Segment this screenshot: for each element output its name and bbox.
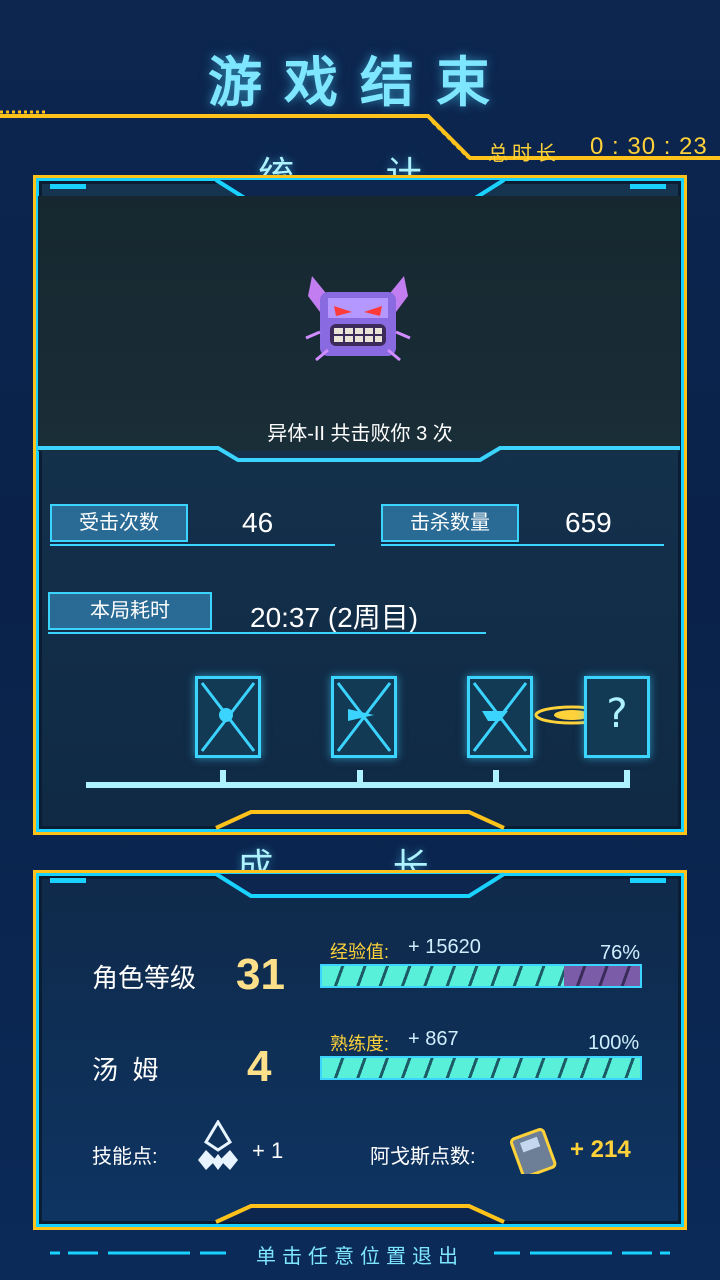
play-time-label: 本局耗时: [48, 592, 212, 630]
game-over-title: 游戏结束: [208, 51, 512, 114]
play-time-underline: [48, 632, 486, 634]
proficiency-progress-fill: [322, 1058, 640, 1078]
stats-panel-bottom-notch: [215, 810, 505, 830]
growth-panel-bottom-notch: [215, 1204, 505, 1224]
character-value: 4: [247, 1042, 272, 1091]
argos-points-value: + 214: [570, 1136, 631, 1163]
weapon-slot-2: [331, 676, 397, 758]
proficiency-percent: 100%: [588, 1032, 640, 1054]
crossed-out-weapon-icon: [200, 682, 256, 752]
exp-gain: + 15620: [408, 936, 481, 958]
level-value: 31: [236, 950, 285, 999]
weapon-slot-unknown: ?: [584, 676, 650, 758]
svg-text:?: ?: [606, 691, 627, 737]
argos-points-label: 阿戈斯点数:: [370, 1146, 476, 1168]
argos-chip-icon: [510, 1128, 557, 1174]
crossed-out-weapon-icon: [472, 682, 528, 752]
weapon-slot-1: [195, 676, 261, 758]
exp-label: 经验值:: [330, 942, 390, 962]
crossed-out-weapon-icon: [336, 682, 392, 752]
weapon-slot-3: [467, 676, 533, 758]
exp-progress-remaining: [563, 966, 640, 986]
growth-panel-top-notch: [50, 872, 666, 898]
proficiency-gain: + 867: [408, 1028, 459, 1050]
skill-crystal-icon: [198, 1120, 238, 1170]
exp-progress-bar: [320, 964, 642, 988]
proficiency-label: 熟练度:: [330, 1034, 390, 1054]
level-label: 角色等级: [92, 963, 197, 993]
skill-points-value: + 1: [252, 1138, 284, 1163]
character-label: 汤 姆: [92, 1055, 159, 1085]
kills-value: 659: [565, 507, 612, 538]
question-mark-icon: ?: [606, 691, 627, 737]
exit-hint[interactable]: 单击任意位置退出: [0, 1240, 720, 1269]
boss-sprite-icon: [305, 276, 411, 362]
kills-label: 击杀数量: [381, 504, 519, 542]
divider-line: [38, 446, 680, 462]
play-time-value: 20:37 (2周目): [250, 602, 419, 633]
weapon-track-line: [86, 770, 630, 788]
hits-value: 46: [242, 507, 274, 538]
proficiency-progress-bar: [320, 1056, 642, 1080]
hits-underline: [50, 544, 335, 546]
exp-percent: 76%: [600, 942, 641, 964]
exp-progress-fill: [322, 966, 564, 986]
skill-points-label: 技能点:: [92, 1146, 158, 1168]
hits-label: 受击次数: [50, 504, 188, 542]
boss-caption: 异体-II 共击败你 3 次: [267, 423, 453, 445]
kills-underline: [381, 544, 664, 546]
